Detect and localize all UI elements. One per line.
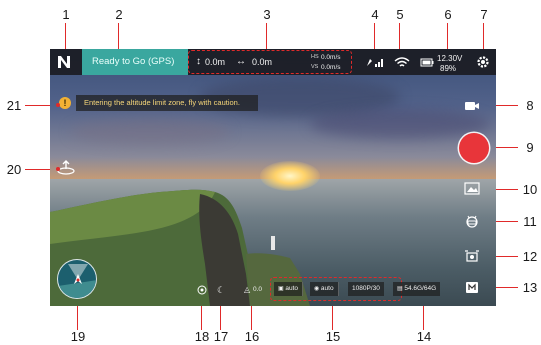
callout-14: 14 [416,329,432,344]
flight-assist-icon[interactable] [197,285,207,295]
callout-7: 7 [480,7,488,22]
altitude-value: 0.0m [205,57,226,67]
vs-label: VS [311,64,319,70]
resolution-chip[interactable]: 1080P/30 [348,282,384,296]
leader-dot [56,167,60,171]
media-icon[interactable] [464,280,480,294]
dji-logo-icon[interactable] [56,54,72,70]
callout-19: 19 [70,329,86,344]
map-graphic [58,264,96,298]
shutter-value: auto [320,285,334,292]
callout-2: 2 [115,7,123,22]
leader-3 [266,23,267,50]
mini-map[interactable] [57,259,97,299]
ev-icon: ◬ [244,285,251,294]
distance-value: 0.0m [252,57,273,67]
leader-dot [56,103,60,107]
callout-16: 16 [244,329,260,344]
callout-5: 5 [396,7,404,22]
callout-10: 10 [522,182,538,197]
warning-icon: ! [59,97,71,109]
night-mode-icon[interactable]: ☾ [217,284,225,296]
callout-3: 3 [263,7,271,22]
distance-icon: ↔ [236,56,246,67]
callout-11: 11 [523,214,537,229]
gimbal-switch-icon[interactable] [464,249,480,263]
iso-chip[interactable]: ▣ auto [274,282,303,296]
callout-15: 15 [325,329,341,344]
altitude-warning-message: Entering the altitude limit zone, fly wi… [76,95,258,111]
leader-1 [65,23,66,50]
record-button[interactable] [459,133,489,163]
callout-4: 4 [371,7,379,22]
leader-6 [447,23,448,50]
callout-12: 12 [522,249,538,264]
hs-label: HS [311,54,319,60]
storage-value: 54.6G/64G [404,285,437,292]
cloud [310,109,490,139]
altitude-icon: ↕ [196,56,201,67]
camera-settings-icon[interactable] [464,214,480,228]
vs-value: 0.0m/s [321,64,341,71]
resolution-value: 1080P/30 [352,285,380,292]
shutter-icon: ◉ [314,286,321,292]
hs-value: 0.0m/s [321,54,341,61]
battery-icon[interactable] [420,57,434,67]
gear-icon[interactable] [476,55,490,69]
callout-8: 8 [526,98,534,113]
storage-chip[interactable]: ▤ 54.6G/64G [393,282,441,296]
camera-view: Ready to Go (GPS) ↕ 0.0m ↔ 0.0m HS 0.0m/… [50,49,496,306]
flight-status[interactable]: Ready to Go (GPS) [82,49,188,75]
callout-17: 17 [213,329,229,344]
wifi-signal-icon[interactable] [394,56,410,68]
battery-percent: 89% [440,64,457,73]
callout-6: 6 [444,7,452,22]
battery-voltage: 12.30V [437,54,463,63]
gps-signal-icon[interactable] [366,56,384,68]
shutter-chip[interactable]: ◉ auto [310,282,339,296]
cloud [70,119,230,145]
leader-2 [118,23,119,50]
callout-13: 13 [522,280,538,295]
iso-value: auto [285,285,298,292]
callout-20: 20 [6,162,22,177]
callout-9: 9 [526,140,534,155]
callout-21: 21 [6,98,22,113]
video-camera-icon[interactable] [464,99,480,113]
playback-icon[interactable] [464,182,480,196]
ev-value[interactable]: 0.0 [253,284,262,296]
callout-1: 1 [62,7,70,22]
